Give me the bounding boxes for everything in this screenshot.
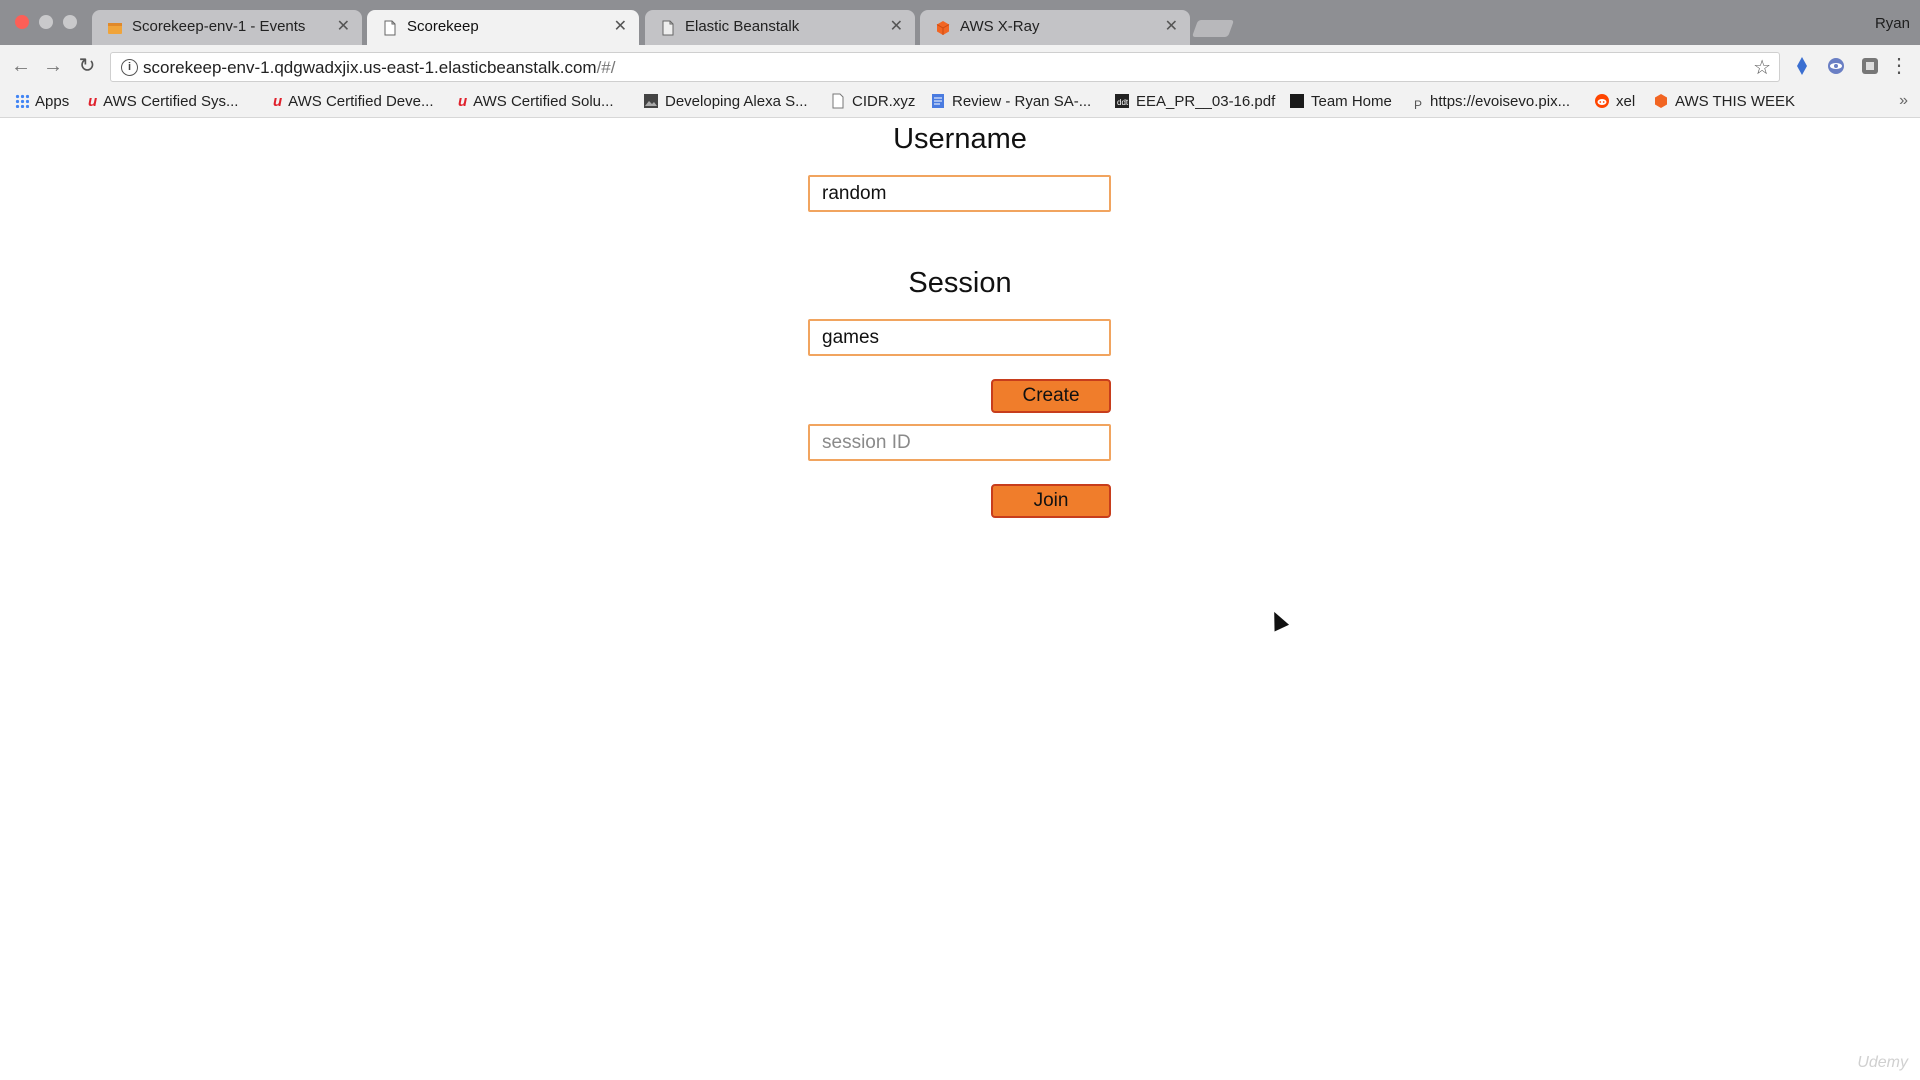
tab-close-icon[interactable]: ✕ bbox=[890, 10, 903, 44]
reddit-icon bbox=[1595, 94, 1609, 108]
window-minimize-button[interactable] bbox=[39, 15, 53, 29]
image-icon bbox=[644, 94, 658, 108]
page-icon bbox=[662, 20, 674, 36]
tab-title: Scorekeep-env-1 - Events bbox=[132, 18, 306, 35]
aws-cube-icon bbox=[1655, 94, 1667, 108]
session-name-input[interactable] bbox=[808, 319, 1111, 356]
new-tab-button[interactable] bbox=[1191, 20, 1235, 37]
eye-extension-icon[interactable] bbox=[1826, 56, 1846, 76]
bookmark-apps[interactable]: Apps bbox=[15, 92, 69, 112]
bookmark-label: Apps bbox=[35, 93, 70, 110]
bookmark-eea-pr-pdf[interactable]: ddt EEA_PR__03-16.pdf bbox=[1114, 92, 1275, 112]
back-arrow-icon[interactable]: ← bbox=[10, 55, 32, 77]
tab-scorekeep[interactable]: Scorekeep ✕ bbox=[367, 10, 639, 45]
tab-scorekeep-events[interactable]: Scorekeep-env-1 - Events ✕ bbox=[92, 10, 362, 45]
udemy-icon: u bbox=[273, 93, 283, 110]
window-maximize-button[interactable] bbox=[63, 15, 77, 29]
square-extension-icon[interactable] bbox=[1860, 56, 1880, 76]
bookmark-label: AWS Certified Sys... bbox=[103, 93, 239, 110]
tab-close-icon[interactable]: ✕ bbox=[1165, 10, 1178, 44]
udemy-icon: u bbox=[88, 93, 98, 110]
bookmark-label: CIDR.xyz bbox=[852, 93, 916, 110]
username-heading: Username bbox=[893, 123, 1027, 155]
profile-name[interactable]: Ryan bbox=[1875, 15, 1910, 32]
bookmark-label: AWS THIS WEEK bbox=[1675, 93, 1796, 110]
browser-toolbar: ← → ↻ i scorekeep-env-1.qdgwadxjix.us-ea… bbox=[0, 45, 1920, 87]
bookmark-review-ryan[interactable]: Review - Ryan SA-... bbox=[930, 92, 1091, 112]
udemy-watermark: Udemy bbox=[1857, 1054, 1908, 1071]
aws-cube-icon bbox=[936, 21, 950, 35]
bookmark-xel[interactable]: xel bbox=[1594, 92, 1635, 112]
apps-grid-icon bbox=[15, 94, 29, 108]
page-icon bbox=[384, 20, 396, 36]
bookmark-developing-alexa[interactable]: Developing Alexa S... bbox=[643, 92, 808, 112]
p-icon: P bbox=[1414, 98, 1423, 112]
bookmark-aws-this-week[interactable]: AWS THIS WEEK bbox=[1653, 92, 1795, 112]
mouse-cursor-icon bbox=[1266, 608, 1290, 632]
bookmark-aws-certified-solu[interactable]: u AWS Certified Solu... bbox=[458, 92, 614, 112]
create-session-button[interactable]: Create bbox=[991, 379, 1111, 413]
page-icon bbox=[832, 93, 844, 109]
address-bar[interactable]: i scorekeep-env-1.qdgwadxjix.us-east-1.e… bbox=[110, 52, 1780, 82]
bookmarks-bar: Apps u AWS Certified Sys... u AWS Certifie… bbox=[0, 87, 1920, 118]
bookmark-label: Review - Ryan SA-... bbox=[952, 93, 1092, 110]
bookmark-label: xel bbox=[1616, 93, 1636, 110]
bookmark-label: AWS Certified Deve... bbox=[288, 93, 434, 110]
session-id-input[interactable] bbox=[808, 424, 1111, 461]
bookmarks-overflow-icon[interactable]: » bbox=[1899, 92, 1908, 110]
bookmark-star-icon[interactable]: ☆ bbox=[1753, 55, 1771, 80]
forward-arrow-icon[interactable]: → bbox=[42, 55, 64, 77]
bookmark-aws-certified-sys[interactable]: u AWS Certified Sys... bbox=[88, 92, 238, 112]
window-close-button[interactable] bbox=[15, 15, 29, 29]
pdf-icon: ddt bbox=[1115, 94, 1129, 108]
reload-icon[interactable]: ↻ bbox=[76, 55, 98, 77]
bookmark-label: Team Home bbox=[1311, 93, 1392, 110]
udemy-icon: u bbox=[458, 93, 468, 110]
bookmark-label: Developing Alexa S... bbox=[665, 93, 808, 110]
tab-aws-xray[interactable]: AWS X-Ray ✕ bbox=[920, 10, 1190, 45]
bookmark-label: https://evoisevo.pix... bbox=[1430, 93, 1571, 110]
bookmark-team-home[interactable]: Team Home bbox=[1289, 92, 1392, 112]
doc-icon bbox=[932, 94, 944, 108]
tab-title: AWS X-Ray bbox=[960, 18, 1040, 35]
svg-text:ddt: ddt bbox=[1117, 98, 1129, 107]
aws-box-icon bbox=[108, 23, 122, 34]
url-path: /#/ bbox=[596, 58, 616, 77]
tab-title: Elastic Beanstalk bbox=[685, 18, 800, 35]
username-input[interactable] bbox=[808, 175, 1111, 212]
browser-tab-strip: Scorekeep-env-1 - Events ✕ Scorekeep ✕ E… bbox=[0, 0, 1920, 45]
bookmark-evoisevo[interactable]: Phttps://evoisevo.pix... bbox=[1414, 92, 1570, 112]
menu-kebab-icon[interactable]: ⋮ bbox=[1888, 55, 1910, 77]
tab-elastic-beanstalk[interactable]: Elastic Beanstalk ✕ bbox=[645, 10, 915, 45]
tab-title: Scorekeep bbox=[407, 18, 479, 35]
url-host: scorekeep-env-1.qdgwadxjix.us-east-1.ela… bbox=[143, 58, 597, 77]
bookmark-label: EEA_PR__03-16.pdf bbox=[1136, 93, 1276, 110]
team-icon bbox=[1290, 94, 1304, 108]
bookmark-aws-certified-deve[interactable]: u AWS Certified Deve... bbox=[273, 92, 434, 112]
info-icon[interactable]: i bbox=[121, 59, 138, 76]
bookmark-cidr[interactable]: CIDR.xyz bbox=[830, 92, 915, 112]
tab-close-icon[interactable]: ✕ bbox=[337, 10, 350, 44]
bookmark-label: AWS Certified Solu... bbox=[473, 93, 614, 110]
join-session-button[interactable]: Join bbox=[991, 484, 1111, 518]
session-heading: Session bbox=[908, 267, 1012, 299]
url-text[interactable]: scorekeep-env-1.qdgwadxjix.us-east-1.ela… bbox=[143, 58, 615, 78]
diamond-extension-icon[interactable] bbox=[1792, 56, 1812, 76]
tab-close-icon[interactable]: ✕ bbox=[614, 10, 627, 44]
